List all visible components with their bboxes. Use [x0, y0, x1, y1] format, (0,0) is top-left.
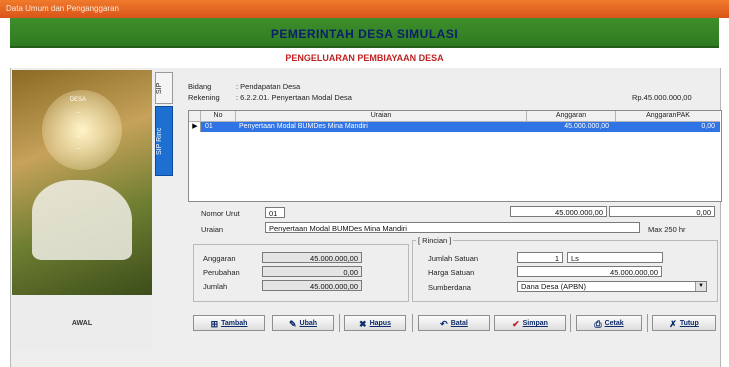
left-menu-item[interactable]: ... [58, 142, 98, 154]
add-icon: ⊞ [210, 319, 219, 329]
anggaran-label: Anggaran [203, 254, 236, 263]
table-header-no[interactable]: No [201, 111, 236, 122]
left-menu-item[interactable]: ... [58, 130, 98, 142]
tutup-button[interactable]: ✗ Tutup [652, 315, 716, 331]
vertical-tabs: SIP SIP Rinc [155, 72, 173, 177]
tab-sip-rinc[interactable]: SIP Rinc [155, 106, 173, 176]
print-icon: ⎙ [594, 319, 602, 329]
perubahan-label: Perubahan [203, 268, 240, 277]
jumlah-label: Jumlah [203, 282, 228, 291]
bidang-value: : Pendapatan Desa [236, 82, 301, 91]
toolbar-separator [647, 314, 648, 332]
uraian-input[interactable]: Penyertaan Modal BUMDes Mina Mandiri [265, 222, 640, 233]
uraian-label: Uraian [201, 225, 224, 234]
sumberdana-select[interactable]: Dana Desa (APBN) ▼ [517, 281, 707, 292]
page-title: PEMERINTAH DESA SIMULASI [270, 27, 459, 41]
harga-satuan-input[interactable]: 45.000.000,00 [517, 266, 662, 277]
anggaran-total-field[interactable]: 45.000.000,00 [510, 206, 607, 217]
hapus-label: Hapus [369, 320, 391, 327]
harga-satuan-label: Harga Satuan [428, 268, 475, 277]
tambah-label: Tambah [221, 320, 248, 327]
awal-panel: AWAL [12, 295, 152, 350]
sumberdana-value: Dana Desa (APBN) [521, 282, 587, 291]
tambah-button[interactable]: ⊞ Tambah [193, 315, 265, 331]
simpan-button[interactable]: ✔ Simpan [494, 315, 566, 331]
window-title: Data Umum dan Penganggaran [6, 4, 119, 13]
row-pointer: ▶ [190, 122, 201, 132]
uraian-note: Max 250 hr [648, 225, 686, 234]
left-menu: DESA ... ... ... ... [58, 94, 98, 154]
table-header-anggaranpak[interactable]: AnggaranPAK [616, 111, 720, 122]
table-header-uraian[interactable]: Uraian [236, 111, 527, 122]
toolbar-separator [339, 314, 340, 332]
simpan-label: Simpan [522, 320, 548, 327]
page-subtitle-bar: PENGELUARAN PEMBIAYAAN DESA [10, 48, 719, 69]
bidang-label: Bidang [188, 82, 212, 91]
rekening-value: : 6.2.2.01. Penyertaan Modal Desa [236, 93, 352, 102]
left-menu-item[interactable]: ... [58, 106, 98, 118]
ubah-button[interactable]: ✎ Ubah [272, 315, 334, 331]
jumlah-field: 45.000.000,00 [262, 280, 362, 291]
toolbar-separator [570, 314, 571, 332]
cetak-label: Cetak [604, 320, 624, 327]
sumberdana-label: Sumberdana [428, 283, 471, 292]
cell-anggaran: 45.000.000,00 [564, 123, 609, 130]
cetak-button[interactable]: ⎙ Cetak [576, 315, 642, 331]
toolbar-separator [412, 314, 413, 332]
cell-uraian: Penyertaan Modal BUMDes Mina Mandiri [239, 123, 368, 130]
cell-no: 01 [205, 123, 213, 130]
left-menu-item[interactable]: ... [58, 118, 98, 130]
anggaran-field: 45.000.000,00 [262, 252, 362, 263]
rekening-label: Rekening [188, 93, 220, 102]
batal-label: Batal [450, 320, 468, 327]
cancel-icon: ↶ [440, 319, 448, 329]
satuan-input[interactable]: Ls [567, 252, 663, 263]
hapus-button[interactable]: ✖ Hapus [344, 315, 406, 331]
chevron-down-icon[interactable]: ▼ [695, 282, 706, 291]
save-icon: ✔ [512, 319, 520, 329]
page-subtitle: PENGELUARAN PEMBIAYAAN DESA [285, 53, 444, 63]
nomor-urut-label: Nomor Urut [201, 209, 240, 218]
window-titlebar: Data Umum dan Penganggaran [0, 0, 729, 18]
edit-icon: ✎ [288, 319, 297, 329]
delete-icon: ✖ [359, 319, 367, 329]
batal-button[interactable]: ↶ Batal [418, 315, 490, 331]
oxen-graphic [32, 180, 132, 260]
tab-sip[interactable]: SIP [155, 72, 173, 104]
rincian-group-title: [ Rincian ] [416, 236, 454, 245]
left-menu-item[interactable]: DESA [58, 94, 98, 106]
table-header-blank [189, 111, 201, 122]
cell-anggaranpak: 0,00 [701, 123, 715, 130]
anggaran-pak-field[interactable]: 0,00 [609, 206, 715, 217]
data-table[interactable]: No Uraian Anggaran AnggaranPAK ▶ 01 Peny… [188, 110, 722, 202]
ubah-label: Ubah [299, 320, 318, 327]
close-icon: ✗ [669, 319, 677, 329]
jumlah-satuan-label: Jumlah Satuan [428, 254, 479, 263]
tutup-label: Tutup [679, 320, 699, 327]
table-header-anggaran[interactable]: Anggaran [527, 111, 616, 122]
awal-button[interactable]: AWAL [12, 320, 152, 327]
perubahan-field: 0,00 [262, 266, 362, 277]
nomor-urut-input[interactable]: 01 [265, 207, 285, 218]
jumlah-satuan-input[interactable]: 1 [517, 252, 563, 263]
total-amount: Rp.45.000.000,00 [632, 93, 692, 102]
